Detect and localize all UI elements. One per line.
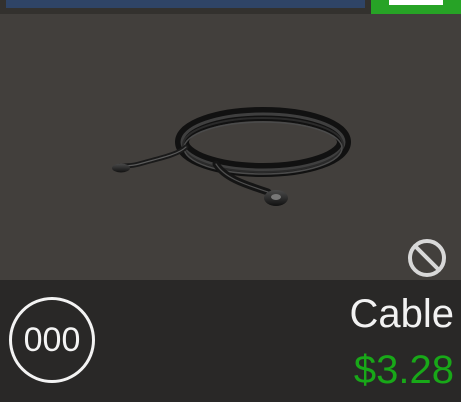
item-name: Cable bbox=[349, 292, 454, 336]
item-price: $3.28 bbox=[353, 348, 454, 392]
item-footer: 000 Cable $3.28 bbox=[0, 280, 461, 402]
top-right-green-button[interactable] bbox=[371, 0, 461, 14]
item-image-area[interactable] bbox=[0, 14, 461, 280]
count-badge: 000 bbox=[9, 297, 95, 383]
cable-icon bbox=[112, 107, 351, 206]
top-left-panel[interactable] bbox=[6, 0, 365, 8]
item-card-screen: 000 Cable $3.28 bbox=[0, 0, 461, 402]
top-strip bbox=[0, 0, 461, 14]
top-right-button-indicator bbox=[389, 0, 443, 5]
ban-icon[interactable] bbox=[406, 237, 448, 279]
